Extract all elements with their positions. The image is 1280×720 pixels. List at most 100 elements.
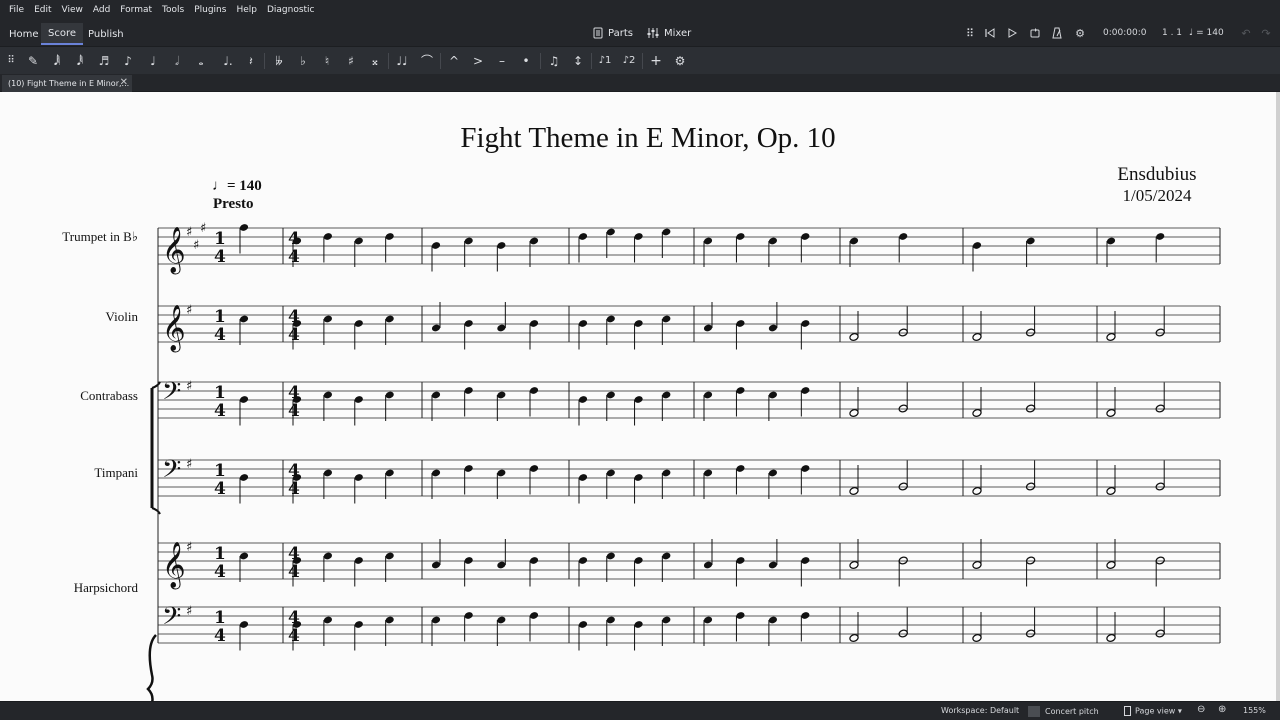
rewind-icon[interactable]	[982, 25, 998, 41]
bass-clef: 𝄢	[162, 377, 181, 412]
toolbar-separator	[440, 53, 441, 69]
key-signature-sharp: ♯	[186, 303, 192, 318]
time-signature-denominator: 4	[214, 247, 226, 267]
tab-home[interactable]: Home	[2, 23, 46, 45]
menubar: File Edit View Add Format Tools Plugins …	[0, 0, 1280, 20]
redo-icon[interactable]: ↷	[1258, 25, 1274, 41]
workspace-selector[interactable]: Workspace: Default	[941, 706, 1019, 715]
slur-icon[interactable]: ⌒	[418, 52, 436, 70]
rest-icon[interactable]: 𝄽	[242, 52, 260, 70]
key-signature-sharp: ♯	[186, 225, 192, 240]
zoom-level[interactable]: 155%	[1243, 706, 1266, 715]
document-tab-title: (10) Fight Theme in E Minor,...	[8, 79, 130, 88]
parts-icon	[593, 27, 603, 39]
time-signature-numerator: 1	[214, 307, 226, 327]
treble-clef: 𝄞	[162, 227, 186, 275]
quarter-note-icon[interactable]: ♩	[144, 52, 162, 70]
playback-tempo: ♩ = 140	[1189, 28, 1224, 38]
add-icon[interactable]: +	[647, 52, 665, 70]
vertical-scrollbar[interactable]	[1276, 92, 1280, 701]
drag-handle-icon[interactable]: ⠿	[962, 25, 978, 41]
time-signature-numerator: 1	[214, 608, 226, 628]
augmentation-dot-icon[interactable]: ♩.	[219, 52, 237, 70]
double-sharp-icon[interactable]: 𝄪	[366, 52, 384, 70]
chevron-down-icon: ▾	[1177, 706, 1182, 716]
time-signature-denominator: 4	[288, 562, 300, 582]
settings-gear-icon[interactable]: ⚙	[671, 52, 689, 70]
natural-icon[interactable]: ♮	[318, 52, 336, 70]
key-signature-sharp: ♯	[186, 540, 192, 555]
tie-icon[interactable]: ♩♩	[393, 52, 411, 70]
time-signature-denominator: 4	[288, 401, 300, 421]
menu-format[interactable]: Format	[115, 5, 157, 15]
document-tab[interactable]: (10) Fight Theme in E Minor,... ✕	[2, 75, 132, 92]
concert-pitch-checkbox[interactable]	[1028, 706, 1040, 717]
score-system[interactable]: 𝄞 ♯♯♯1444𝄞 ♯ 1444𝄢 ♯ 1444𝄢 ♯ 1444𝄞 ♯ 1444𝄢 ♯ 1444	[0, 92, 1276, 701]
play-icon[interactable]	[1004, 25, 1020, 41]
tab-score[interactable]: Score	[41, 23, 84, 45]
whole-note-icon[interactable]: 𝅝	[192, 52, 210, 70]
time-signature-denominator: 4	[288, 247, 300, 267]
menu-plugins[interactable]: Plugins	[189, 5, 231, 15]
concert-pitch-toggle[interactable]: Concert pitch	[1028, 706, 1099, 717]
32nd-note-icon[interactable]: 𝅘𝅥𝅱	[71, 52, 89, 70]
64th-note-icon[interactable]: 𝅘𝅥𝅲	[48, 52, 66, 70]
menu-edit[interactable]: Edit	[29, 5, 56, 15]
note-input-toolbar: ⠿ ✎ 𝅘𝅥𝅲 𝅘𝅥𝅱 ♬ ♪ ♩ 𝅗𝅥 𝅝 ♩. 𝄽 𝄫 ♭ ♮ ♯ 𝄪 ♩♩…	[0, 46, 1280, 74]
voice-1-icon[interactable]: ♪1	[596, 52, 614, 70]
toolbar-separator	[591, 53, 592, 69]
half-note-icon[interactable]: 𝅗𝅥	[168, 52, 186, 70]
flat-icon[interactable]: ♭	[294, 52, 312, 70]
tuplet-icon[interactable]: ♫	[545, 52, 563, 70]
key-signature-sharp: ♯	[186, 604, 192, 619]
parts-button[interactable]: Parts	[593, 24, 633, 42]
undo-icon[interactable]: ↶	[1238, 25, 1254, 41]
pen-icon[interactable]: ✎	[24, 52, 42, 70]
menu-file[interactable]: File	[4, 5, 29, 15]
staccato-icon[interactable]: •	[517, 52, 535, 70]
metronome-icon[interactable]	[1049, 25, 1065, 41]
tenuto-icon[interactable]: –	[493, 52, 511, 70]
zoom-out-icon[interactable]: ⊖	[1197, 704, 1205, 715]
menu-view[interactable]: View	[57, 5, 88, 15]
treble-clef: 𝄞	[162, 542, 186, 590]
voice-2-icon[interactable]: ♪2	[620, 52, 638, 70]
playback-time: 0:00:00:0	[1103, 28, 1147, 38]
sharp-icon[interactable]: ♯	[342, 52, 360, 70]
time-signature-numerator: 1	[214, 544, 226, 564]
playback-settings-icon[interactable]: ⚙	[1072, 25, 1088, 41]
loop-icon[interactable]	[1027, 25, 1043, 41]
mixer-button[interactable]: Mixer	[647, 24, 691, 42]
concert-pitch-label: Concert pitch	[1045, 707, 1099, 716]
close-icon[interactable]: ✕	[120, 77, 128, 88]
toolbar-separator	[388, 53, 389, 69]
time-signature-denominator: 4	[288, 325, 300, 345]
double-flat-icon[interactable]: 𝄫	[270, 52, 288, 70]
view-mode-dropdown[interactable]: Page view ▾	[1124, 706, 1182, 716]
page-icon	[1124, 706, 1131, 716]
zoom-in-icon[interactable]: ⊕	[1218, 704, 1226, 715]
menu-help[interactable]: Help	[231, 5, 262, 15]
marcato-icon[interactable]: ^	[445, 52, 463, 70]
menu-tools[interactable]: Tools	[157, 5, 189, 15]
bass-clef: 𝄢	[162, 455, 181, 490]
tab-publish[interactable]: Publish	[81, 23, 131, 45]
time-signature-numerator: 1	[214, 383, 226, 403]
treble-clef: 𝄞	[162, 305, 186, 353]
toolbar-separator	[264, 53, 265, 69]
flip-direction-icon[interactable]: ↕	[569, 52, 587, 70]
16th-note-icon[interactable]: ♬	[95, 52, 113, 70]
toolbar-separator	[540, 53, 541, 69]
eighth-note-icon[interactable]: ♪	[119, 52, 137, 70]
time-signature-denominator: 4	[214, 325, 226, 345]
score-page[interactable]: Fight Theme in E Minor, Op. 10 Ensdubius…	[0, 92, 1276, 701]
accent-icon[interactable]: >	[469, 52, 487, 70]
toolbar-separator	[642, 53, 643, 69]
score-canvas[interactable]: Fight Theme in E Minor, Op. 10 Ensdubius…	[0, 92, 1280, 701]
key-signature-sharp: ♯	[193, 238, 199, 253]
menu-diagnostic[interactable]: Diagnostic	[262, 5, 320, 15]
toolbar-drag-handle-icon[interactable]: ⠿	[2, 52, 20, 70]
menu-add[interactable]: Add	[88, 5, 115, 15]
musescore-window: File Edit View Add Format Tools Plugins …	[0, 0, 1280, 720]
harpsichord-brace	[146, 634, 157, 701]
